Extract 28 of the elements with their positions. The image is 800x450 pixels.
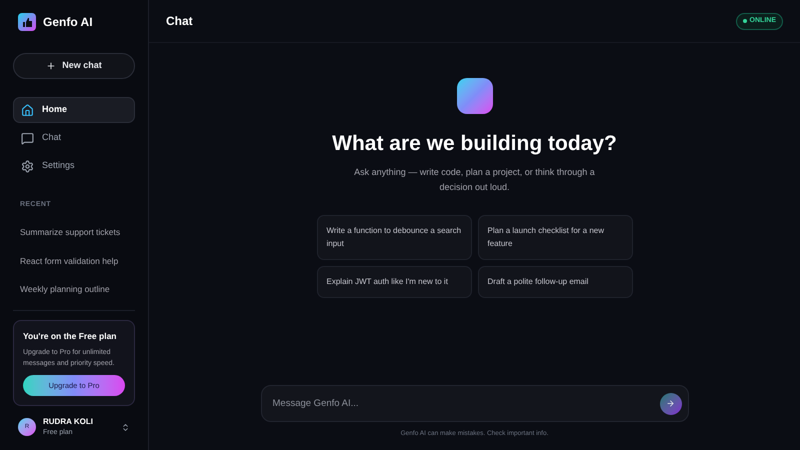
logo-icon — [18, 12, 36, 30]
message-input[interactable]: Message Genfo AI... — [272, 396, 660, 411]
settings-icon — [21, 160, 34, 172]
message-field[interactable]: Message Genfo AI... — [260, 385, 688, 422]
arrow-right-icon — [666, 399, 675, 408]
recent-chat-item[interactable]: React form validation help — [13, 247, 135, 276]
brand-name: Genfo AI — [43, 14, 93, 30]
nav-item[interactable]: Home — [13, 97, 135, 123]
hero-logo-icon — [456, 78, 492, 114]
hero-subtitle: Ask anything — write code, plan a project, or think through a decision out loud. — [353, 166, 596, 194]
nav-item[interactable]: Settings — [13, 153, 135, 179]
suggestion-card[interactable]: Draft a polite follow-up email — [478, 266, 632, 298]
new-chat-button[interactable]: New chat — [13, 53, 135, 79]
suggestion-card[interactable]: Write a function to debounce a search input — [316, 214, 472, 260]
recent-chat-item[interactable]: Summarize support tickets — [13, 218, 135, 247]
send-button[interactable] — [660, 392, 682, 415]
user-name: RUDRA KOLI — [43, 416, 94, 428]
hero-title: What are we building today? — [332, 131, 617, 157]
chat-icon — [21, 132, 34, 144]
nav-item[interactable]: Chat — [13, 125, 135, 151]
plus-icon — [46, 61, 56, 71]
chevron-icon[interactable] — [121, 422, 130, 432]
suggestion-card[interactable]: Explain JWT auth like I'm new to it — [316, 266, 472, 298]
recent-chat-item[interactable]: Weekly planning outline — [13, 276, 135, 304]
plan-title: You're on the Free plan — [23, 330, 118, 343]
suggestion-card[interactable]: Plan a launch checklist for a new feature — [478, 214, 632, 260]
home-icon — [21, 104, 34, 116]
page-title: Chat — [166, 13, 193, 30]
